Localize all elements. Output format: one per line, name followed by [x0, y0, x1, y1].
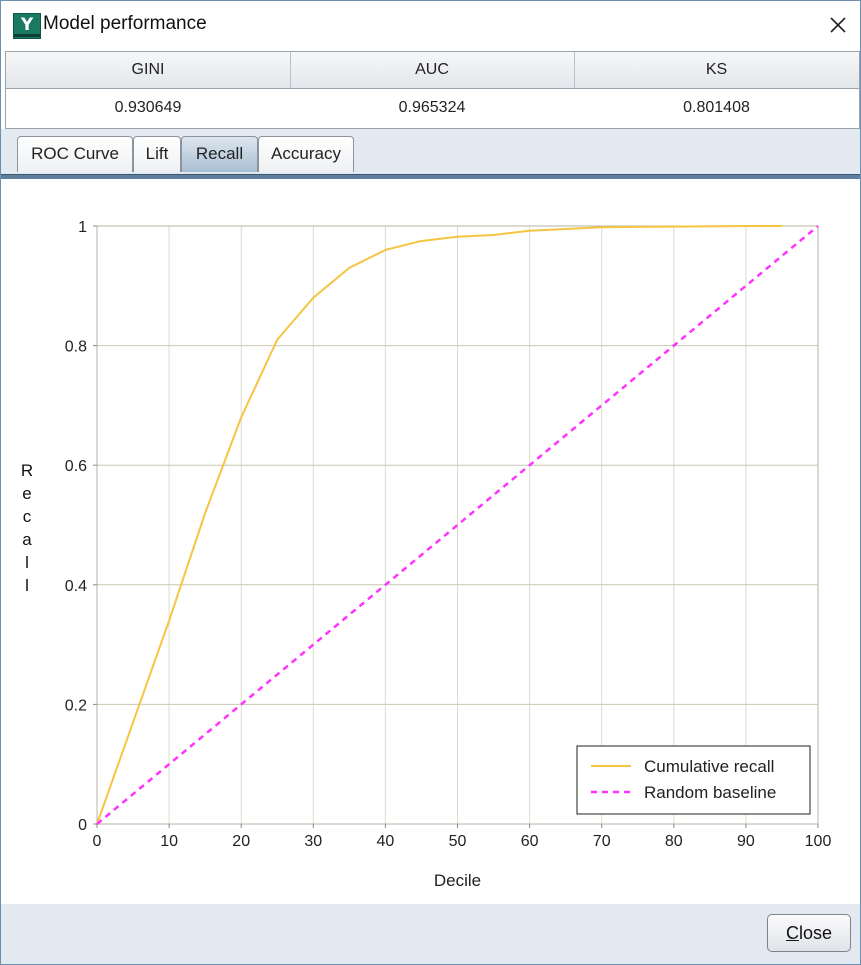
app-logo-icon: Y: [13, 13, 41, 39]
recall-chart-svg: 0 10 20 30 40 50 60 70 80 90 100 0 0.2 0.4 0.6 0.8 1 Deci…: [65, 219, 832, 890]
x-tick-label: 30: [304, 833, 322, 850]
x-tick-label: 10: [160, 833, 178, 850]
y-tick-label: 0.4: [65, 578, 87, 595]
value-gini: 0.930649: [114, 99, 182, 116]
tab-roc-curve[interactable]: ROC Curve: [17, 136, 133, 172]
close-button[interactable]: Close: [767, 914, 851, 952]
recall-chart: 0 10 20 30 40 50 60 70 80 90 100 0 0.2 0.4 0.6 0.8 1 Deci…: [1, 179, 860, 904]
model-performance-window: Y Model performance GINI AUC KS 0.930649…: [0, 0, 861, 965]
x-tick-label: 100: [805, 833, 832, 850]
metrics-table: GINI AUC KS 0.930649 0.965324 0.801408: [5, 51, 860, 129]
legend-label-0: Cumulative recall: [644, 757, 774, 776]
tab-lift[interactable]: Lift: [133, 136, 181, 172]
x-tick-label: 50: [449, 833, 467, 850]
y-tick-label: 0.2: [65, 697, 87, 714]
x-axis-label: Decile: [434, 871, 481, 890]
x-tick-label: 20: [232, 833, 250, 850]
button-bar: Close: [1, 904, 860, 964]
y-axis-label: Recall: [20, 461, 34, 595]
x-tick-label: 60: [521, 833, 539, 850]
value-ks: 0.801408: [683, 99, 750, 116]
x-tick-label: 70: [593, 833, 611, 850]
x-tick-label: 80: [665, 833, 683, 850]
legend-label-1: Random baseline: [644, 783, 776, 802]
tab-recall[interactable]: Recall: [181, 136, 258, 172]
x-tick-label: 0: [93, 833, 102, 850]
y-tick-label: 0: [78, 817, 87, 834]
title-bar: Y Model performance: [1, 1, 860, 49]
x-tick-label: 40: [377, 833, 395, 850]
metrics-header-row: GINI AUC KS: [6, 52, 859, 89]
chart-tabs: ROC Curve Lift Recall Accuracy: [1, 129, 860, 175]
header-auc[interactable]: AUC: [290, 52, 575, 88]
y-tick-label: 1: [78, 219, 87, 236]
window-title: Model performance: [43, 13, 207, 34]
header-gini[interactable]: GINI: [6, 52, 291, 88]
y-tick-label: 0.6: [65, 458, 87, 475]
value-auc: 0.965324: [398, 99, 466, 116]
tab-accuracy[interactable]: Accuracy: [258, 136, 354, 172]
x-tick-label: 90: [737, 833, 755, 850]
y-tick-label: 0.8: [65, 339, 87, 356]
close-window-icon[interactable]: [827, 14, 849, 36]
header-ks[interactable]: KS: [574, 52, 859, 88]
